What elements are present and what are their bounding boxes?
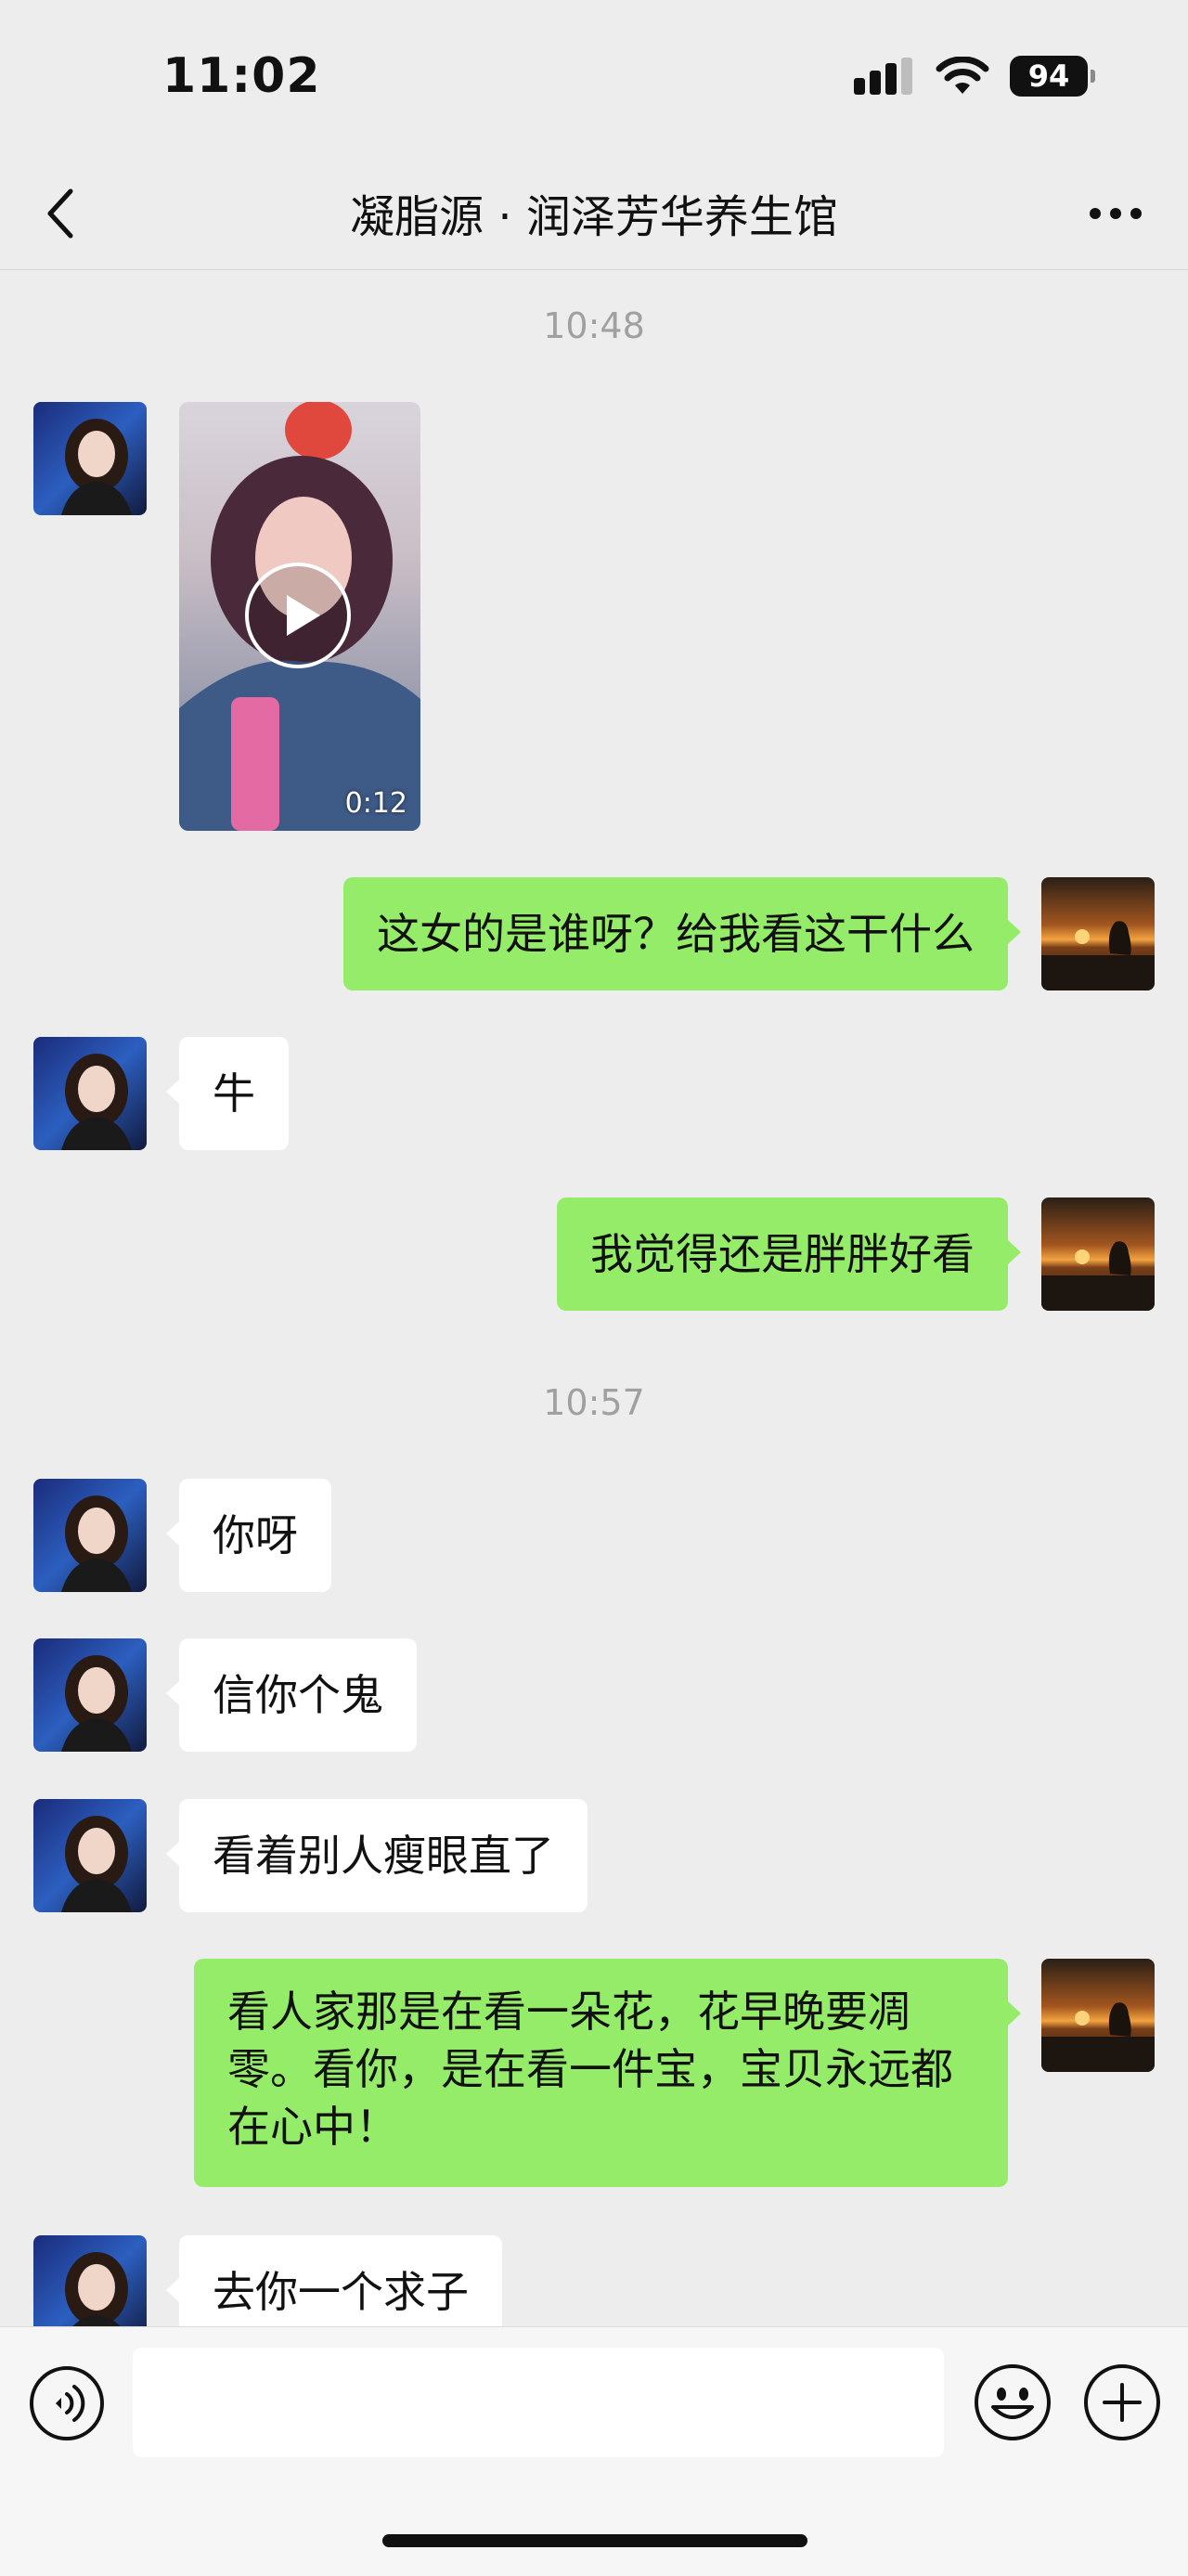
video-duration: 0:12: [344, 787, 407, 820]
message-bubble-sent[interactable]: 看人家那是在看一朵花，花早晚要凋零。看你，是在看一件宝，宝贝永远都在心中！: [194, 1959, 1021, 2187]
home-indicator[interactable]: [382, 2534, 807, 2547]
more-icon: [1090, 208, 1142, 219]
play-icon[interactable]: [244, 562, 352, 669]
avatar[interactable]: [1041, 877, 1155, 990]
message-bubble-received[interactable]: 你呀: [166, 1479, 331, 1592]
status-bar: 11:02 94: [0, 0, 1188, 158]
more-button[interactable]: [1088, 191, 1143, 236]
chat-message-list[interactable]: 10:48 0:12 这女的是谁呀？给我看这干什么 牛 我觉得还是胖胖好看 10…: [0, 270, 1188, 2326]
emoji-icon: [975, 2364, 1051, 2440]
message-bubble-sent[interactable]: 这女的是谁呀？给我看这干什么: [343, 877, 1021, 990]
more-actions-button[interactable]: [1082, 2362, 1162, 2442]
battery-indicator: 94: [1010, 56, 1095, 97]
voice-icon: [30, 2366, 104, 2440]
plus-icon: [1084, 2364, 1160, 2440]
message-bubble-received[interactable]: 牛: [166, 1037, 289, 1150]
message-bubble-received[interactable]: 看着别人瘦眼直了: [166, 1799, 588, 1912]
avatar[interactable]: [1041, 1197, 1155, 1311]
video-message[interactable]: 0:12: [179, 402, 420, 831]
signal-icon: [854, 58, 912, 95]
message-bubble-received[interactable]: 信你个鬼: [166, 1638, 417, 1752]
voice-button[interactable]: [28, 2364, 106, 2442]
wifi-icon: [936, 57, 989, 94]
avatar[interactable]: [33, 1037, 147, 1150]
avatar[interactable]: [33, 2235, 147, 2326]
timestamp: 10:57: [543, 1382, 645, 1423]
message-input[interactable]: [133, 2348, 944, 2457]
avatar[interactable]: [33, 1479, 147, 1592]
chat-header: 凝脂源 · 润泽芳华养生馆: [0, 158, 1188, 270]
timestamp: 10:48: [543, 305, 645, 346]
status-time: 11:02: [162, 48, 321, 104]
message-bubble-sent[interactable]: 我觉得还是胖胖好看: [557, 1197, 1021, 1311]
avatar[interactable]: [33, 1638, 147, 1752]
status-indicators: 94: [854, 56, 1095, 97]
message-bubble-received[interactable]: 去你一个求子: [166, 2235, 502, 2326]
avatar[interactable]: [1041, 1959, 1155, 2072]
chat-title: 凝脂源 · 润泽芳华养生馆: [350, 191, 838, 243]
emoji-button[interactable]: [973, 2362, 1052, 2442]
avatar[interactable]: [33, 1799, 147, 1912]
avatar[interactable]: [33, 402, 147, 515]
